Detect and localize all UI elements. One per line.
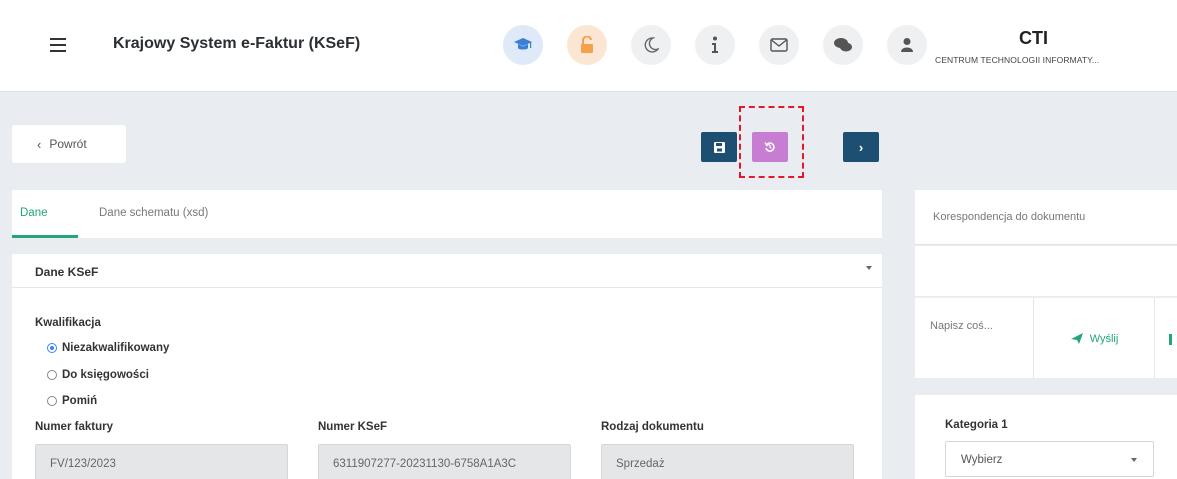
- section-title: Dane KSeF: [35, 265, 99, 279]
- unlock-icon[interactable]: [567, 25, 607, 65]
- send-button-label: Wyślij: [1089, 332, 1119, 345]
- tab-dane-schematu[interactable]: Dane schematu (xsd): [99, 207, 208, 219]
- app-title: Krajowy System e-Faktur (KSeF): [113, 35, 361, 52]
- tab-dane[interactable]: Dane: [20, 207, 48, 219]
- envelope-icon[interactable]: [759, 25, 799, 65]
- cut-off-button[interactable]: [1169, 334, 1172, 345]
- graduation-cap-icon[interactable]: [503, 25, 543, 65]
- paper-plane-icon: [1070, 333, 1083, 344]
- active-tab-indicator: [12, 235, 78, 238]
- qualification-label: Kwalifikacja: [35, 317, 101, 329]
- correspondence-header: Korespondencja do dokumentu: [915, 190, 1177, 245]
- correspondence-title: Korespondencja do dokumentu: [933, 211, 1086, 223]
- ksef-number-field: 6311907277-20231130-6758A1A3C: [318, 444, 571, 479]
- moon-icon[interactable]: [631, 25, 671, 65]
- correspondence-list: [915, 246, 1177, 296]
- next-button[interactable]: ›: [843, 132, 879, 162]
- caret-down-icon: [1131, 458, 1137, 462]
- document-type-label: Rodzaj dokumentu: [601, 421, 704, 433]
- radio-selected-icon[interactable]: [47, 343, 57, 353]
- category-label: Kategoria 1: [945, 419, 1008, 431]
- user-icon[interactable]: [887, 25, 927, 65]
- comments-icon[interactable]: [823, 25, 863, 65]
- chevron-left-icon: ‹: [37, 136, 42, 152]
- brand-title: CTI: [1019, 28, 1048, 48]
- message-input[interactable]: Napisz coś...: [915, 298, 1034, 379]
- chevron-right-icon: ›: [858, 139, 864, 155]
- invoice-number-field: FV/123/2023: [35, 444, 288, 479]
- radio-unselected-icon[interactable]: [47, 396, 57, 406]
- app-header: Krajowy System e-Faktur (KSeF) CTI CENTR…: [0, 0, 1177, 92]
- brand-subtitle: CENTRUM TECHNOLOGII INFORMATY...: [935, 55, 1100, 65]
- send-button[interactable]: Wyślij: [1035, 298, 1155, 379]
- radio-option-do-ksiegowosci[interactable]: Do księgowości: [47, 369, 149, 381]
- category-select[interactable]: Wybierz: [945, 441, 1154, 477]
- radio-label: Pomiń: [62, 395, 98, 407]
- radio-label: Do księgowości: [62, 369, 149, 381]
- info-icon[interactable]: [695, 25, 735, 65]
- invoice-number-label: Numer faktury: [35, 421, 113, 433]
- message-composer: Napisz coś... Wyślij: [915, 297, 1177, 379]
- save-button[interactable]: [701, 132, 737, 162]
- tabs-bar: Dane Dane schematu (xsd): [12, 190, 882, 238]
- radio-unselected-icon[interactable]: [47, 370, 57, 380]
- back-button-label: Powrót: [49, 137, 87, 151]
- highlight-box: [739, 106, 804, 178]
- ksef-number-label: Numer KSeF: [318, 421, 388, 433]
- radio-label: Niezakwalifikowany: [62, 342, 170, 354]
- category-select-value: Wybierz: [961, 454, 1003, 466]
- section-header[interactable]: Dane KSeF: [12, 254, 882, 288]
- back-button[interactable]: ‹ Powrót: [12, 125, 126, 163]
- save-icon: [713, 141, 725, 153]
- radio-option-niezakwalifikowany[interactable]: Niezakwalifikowany: [47, 342, 169, 354]
- document-type-field: Sprzedaż: [601, 444, 854, 479]
- category-section: Kategoria 1 Wybierz: [915, 395, 1177, 479]
- ksef-section: Dane KSeF Kwalifikacja Niezakwalifikowan…: [12, 254, 882, 479]
- radio-option-pomin[interactable]: Pomiń: [47, 395, 97, 407]
- caret-down-icon[interactable]: [866, 266, 872, 270]
- hamburger-menu-icon[interactable]: [50, 38, 66, 52]
